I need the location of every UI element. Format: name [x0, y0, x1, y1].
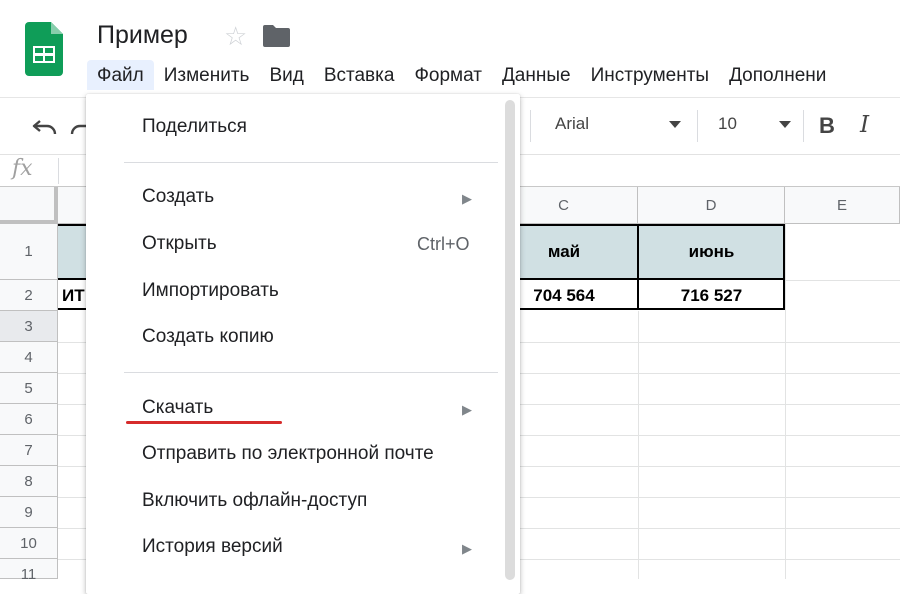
- gridline: [638, 311, 639, 579]
- open-shortcut: Ctrl+O: [417, 234, 470, 254]
- menu-item-make-copy[interactable]: Создать копию: [142, 326, 274, 348]
- row-header[interactable]: 7: [0, 435, 58, 466]
- menu-item-version-history[interactable]: История версий: [142, 536, 283, 558]
- download-highlight-underline: [126, 421, 282, 424]
- menu-item-offline[interactable]: Включить офлайн-доступ: [142, 490, 367, 512]
- menu-separator: [124, 162, 498, 163]
- document-title[interactable]: Пример: [97, 21, 188, 50]
- row-header[interactable]: 8: [0, 466, 58, 497]
- menu-item-create[interactable]: Создать: [142, 186, 214, 208]
- gridline: [785, 224, 786, 579]
- size-dropdown-caret-icon[interactable]: [779, 121, 791, 129]
- menu-file[interactable]: Файл: [87, 60, 154, 90]
- font-dropdown-caret-icon[interactable]: [669, 121, 681, 129]
- menu-separator: [124, 372, 498, 373]
- menu-insert[interactable]: Вставка: [314, 60, 405, 90]
- menu-addons[interactable]: Дополнени: [719, 60, 836, 90]
- menu-data[interactable]: Данные: [492, 60, 581, 90]
- toolbar-separator: [697, 110, 698, 142]
- formula-bar-separator: [58, 158, 59, 184]
- submenu-arrow-icon: ▶: [462, 541, 472, 556]
- menu-tools[interactable]: Инструменты: [581, 60, 719, 90]
- select-all-corner[interactable]: [0, 187, 58, 224]
- undo-icon[interactable]: [32, 117, 58, 137]
- bold-button[interactable]: B: [819, 113, 835, 139]
- row-header[interactable]: 6: [0, 404, 58, 435]
- menu-view[interactable]: Вид: [259, 60, 313, 90]
- row-header[interactable]: 1: [0, 224, 58, 280]
- column-header-e[interactable]: E: [785, 187, 900, 224]
- star-icon[interactable]: ☆: [224, 21, 247, 51]
- menu-item-open[interactable]: Открыть: [142, 233, 217, 255]
- row-header[interactable]: 2: [0, 280, 58, 311]
- cell-d2[interactable]: 716 527: [638, 286, 785, 306]
- menu-item-email[interactable]: Отправить по электронной почте: [142, 443, 434, 465]
- italic-button[interactable]: I: [860, 112, 869, 138]
- redo-icon[interactable]: [70, 117, 86, 137]
- fx-icon: fx: [12, 156, 33, 181]
- menu-item-import[interactable]: Импортировать: [142, 280, 279, 302]
- gridline: [785, 280, 900, 281]
- row-header[interactable]: 10: [0, 528, 58, 559]
- menu-scrollbar[interactable]: [505, 100, 515, 580]
- column-header-d[interactable]: D: [638, 187, 785, 224]
- menu-item-download[interactable]: Скачать: [142, 397, 213, 419]
- menu-item-share[interactable]: Поделиться: [142, 116, 247, 138]
- menu-bar: Файл Изменить Вид Вставка Формат Данные …: [87, 60, 836, 90]
- folder-icon[interactable]: [263, 25, 290, 47]
- row-header[interactable]: 11: [0, 559, 58, 583]
- cell-a2[interactable]: ИТ: [62, 286, 85, 306]
- row-header[interactable]: 4: [0, 342, 58, 373]
- toolbar-separator: [803, 110, 804, 142]
- submenu-arrow-icon: ▶: [462, 191, 472, 206]
- menu-edit[interactable]: Изменить: [154, 60, 260, 90]
- sheets-logo-icon[interactable]: [25, 22, 63, 76]
- cell-d1[interactable]: июнь: [638, 242, 785, 262]
- row-header[interactable]: 3: [0, 311, 58, 342]
- submenu-arrow-icon: ▶: [462, 402, 472, 417]
- menu-format[interactable]: Формат: [404, 60, 492, 90]
- font-size-select[interactable]: 10: [718, 114, 737, 134]
- row-header[interactable]: 9: [0, 497, 58, 528]
- row-header[interactable]: 5: [0, 373, 58, 404]
- font-family-select[interactable]: Arial: [555, 114, 589, 134]
- toolbar-separator: [530, 110, 531, 142]
